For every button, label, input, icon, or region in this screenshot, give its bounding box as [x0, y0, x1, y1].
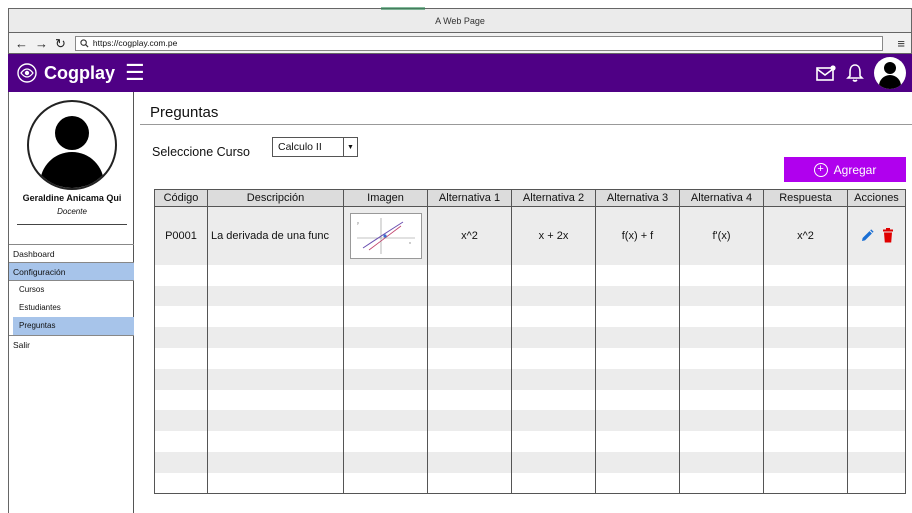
- user-role: Docente: [57, 207, 87, 216]
- back-arrow-icon[interactable]: ←: [15, 37, 28, 50]
- brand-name: Cogplay: [44, 62, 116, 83]
- reload-icon[interactable]: ↻: [55, 37, 66, 50]
- sidebar: Geraldine Anicama Qui Docente Dashboard …: [8, 92, 134, 513]
- cell-alt4: f'(x): [679, 206, 764, 265]
- table-row[interactable]: P0001 La derivada de una func y x x^2 x: [154, 206, 906, 265]
- course-select[interactable]: Calculo II ▼: [272, 137, 358, 157]
- plus-circle-icon: +: [813, 162, 828, 177]
- cell-alt1: x^2: [427, 206, 512, 265]
- cell-descripcion: La derivada de una func: [207, 206, 344, 265]
- column-header[interactable]: Alternativa 2: [511, 189, 596, 207]
- cell-alt3: f(x) + f: [595, 206, 680, 265]
- bell-icon[interactable]: [846, 63, 864, 83]
- column-header[interactable]: Descripción: [207, 189, 344, 207]
- trash-icon[interactable]: [882, 228, 894, 243]
- row-actions: [848, 228, 905, 243]
- table-row-empty: [154, 410, 906, 432]
- table-row-empty: [154, 368, 906, 390]
- window-title-bar: A Web Page: [8, 7, 912, 32]
- column-header[interactable]: Acciones: [847, 189, 906, 207]
- sidebar-menu: Dashboard Configuración Cursos Estudiant…: [9, 244, 134, 354]
- table-row-empty: [154, 431, 906, 452]
- table-row-empty: [154, 472, 906, 494]
- svg-text:y: y: [357, 220, 359, 225]
- add-button-label: Agregar: [833, 162, 877, 177]
- edit-icon[interactable]: [860, 229, 874, 243]
- divider: [17, 224, 127, 225]
- graph-thumbnail-icon: y x: [356, 217, 415, 254]
- column-header[interactable]: Código: [154, 189, 208, 207]
- svg-text:x: x: [409, 240, 411, 245]
- mail-icon[interactable]: [816, 65, 836, 81]
- tab-indicator: [381, 7, 425, 10]
- sidebar-item-preguntas[interactable]: Preguntas: [13, 317, 134, 335]
- page-title: Preguntas: [150, 104, 219, 121]
- questions-table: Código Descripción Imagen Alternativa 1 …: [154, 189, 906, 494]
- sidebar-item-cursos[interactable]: Cursos: [9, 281, 134, 299]
- search-icon: [80, 38, 89, 48]
- cell-imagen: y x: [343, 206, 428, 265]
- table-row-empty: [154, 306, 906, 328]
- table-header-row: Código Descripción Imagen Alternativa 1 …: [154, 189, 906, 207]
- avatar[interactable]: [874, 57, 906, 89]
- add-button[interactable]: + Agregar: [784, 157, 906, 182]
- column-header[interactable]: Imagen: [343, 189, 428, 207]
- table-row-empty: [154, 347, 906, 369]
- header-actions: [816, 57, 906, 89]
- sidebar-item-estudiantes[interactable]: Estudiantes: [9, 299, 134, 317]
- table-row-empty: [154, 451, 906, 473]
- url-field[interactable]: https://cogplay.com.pe: [74, 35, 883, 51]
- dropdown-caret-icon[interactable]: ▼: [343, 138, 357, 156]
- forward-arrow-icon[interactable]: →: [35, 37, 48, 50]
- user-name: Geraldine Anicama Qui: [22, 193, 122, 203]
- menu-icon[interactable]: ≡: [897, 36, 905, 51]
- address-bar: ← → ↻ https://cogplay.com.pe ≡: [8, 32, 912, 54]
- column-header[interactable]: Alternativa 3: [595, 189, 680, 207]
- cell-acciones: [847, 206, 906, 265]
- table-row-empty: [154, 285, 906, 307]
- url-text: https://cogplay.com.pe: [92, 38, 178, 48]
- table-row-empty: [154, 264, 906, 286]
- brand[interactable]: Cogplay: [16, 62, 115, 84]
- cell-respuesta: x^2: [763, 206, 848, 265]
- sidebar-item-salir[interactable]: Salir: [9, 336, 134, 354]
- app-header: Cogplay ☰: [8, 54, 912, 92]
- table-row-empty: [154, 327, 906, 348]
- cell-alt2: x + 2x: [511, 206, 596, 265]
- profile-avatar: [27, 100, 117, 190]
- column-header[interactable]: Alternativa 1: [427, 189, 512, 207]
- course-select-value: Calculo II: [278, 141, 322, 153]
- sidebar-item-dashboard[interactable]: Dashboard: [9, 244, 134, 262]
- course-label: Seleccione Curso: [152, 145, 250, 159]
- question-image-thumbnail[interactable]: y x: [349, 212, 422, 259]
- logo-icon: [17, 63, 37, 83]
- cell-codigo: P0001: [154, 206, 208, 265]
- sidebar-submenu: Cursos Estudiantes Preguntas: [9, 280, 134, 336]
- title-divider: [140, 124, 912, 125]
- column-header[interactable]: Respuesta: [763, 189, 848, 207]
- table-row-empty: [154, 389, 906, 411]
- column-header[interactable]: Alternativa 4: [679, 189, 764, 207]
- sidebar-item-configuracion[interactable]: Configuración: [9, 262, 134, 280]
- hamburger-icon[interactable]: ☰: [125, 62, 145, 84]
- window-title: A Web Page: [435, 15, 485, 26]
